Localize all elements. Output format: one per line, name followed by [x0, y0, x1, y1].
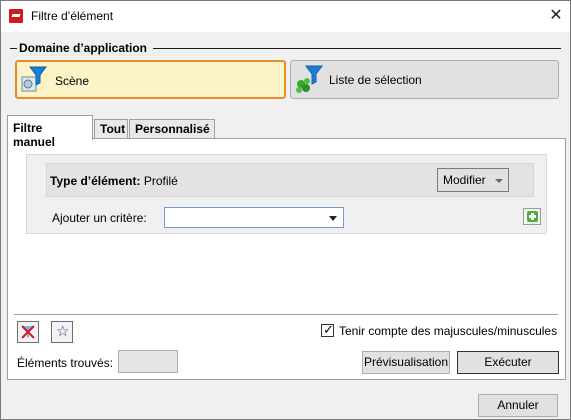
scene-filter-icon — [21, 66, 47, 92]
scene-button-label: Scène — [55, 74, 90, 88]
reset-filter-icon — [21, 325, 35, 339]
preview-button[interactable]: Prévisualisation — [362, 351, 450, 374]
scope-group-title: Domaine d’application — [19, 41, 152, 55]
plus-icon — [527, 211, 538, 222]
scene-button[interactable]: Scène — [15, 60, 286, 99]
reset-filter-button[interactable] — [17, 321, 39, 343]
manual-filter-panel: Type d’élément: Profilé Modifier Ajouter… — [7, 138, 566, 380]
modify-button-label: Modifier — [443, 173, 486, 187]
favorite-button[interactable]: ☆ — [51, 321, 73, 343]
add-criterion-label: Ajouter un critère: — [52, 211, 147, 225]
selection-list-button-label: Liste de sélection — [329, 73, 422, 87]
tab-manual-filter[interactable]: Filtre manuel — [7, 115, 93, 149]
dropdown-arrow-icon — [329, 216, 337, 221]
modify-button[interactable]: Modifier — [437, 168, 509, 192]
app-logo-icon — [9, 9, 23, 23]
add-criterion-button[interactable] — [523, 208, 541, 225]
criteria-box: Type d’élément: Profilé Modifier Ajouter… — [26, 154, 547, 234]
footer-separator — [14, 314, 558, 315]
case-sensitive-checkbox[interactable]: ✓ — [321, 322, 334, 337]
case-sensitive-label: Tenir compte des majuscules/minuscules — [339, 324, 558, 338]
group-divider-left — [10, 48, 17, 49]
selection-list-filter-icon — [296, 65, 323, 93]
selection-list-button[interactable]: Liste de sélection — [290, 60, 559, 99]
element-filter-dialog: Filtre d’élément ✕ Domaine d’application… — [0, 0, 571, 420]
title-bar: Filtre d’élément ✕ — [1, 1, 570, 32]
tab-custom[interactable]: Personnalisé — [129, 119, 215, 139]
found-elements-field — [118, 350, 178, 373]
add-criterion-dropdown[interactable] — [164, 207, 344, 228]
element-type-label: Type d’élément: — [50, 174, 141, 188]
execute-button[interactable]: Exécuter — [457, 351, 559, 374]
chevron-down-icon — [495, 179, 503, 183]
cancel-button[interactable]: Annuler — [478, 394, 558, 417]
checkmark-icon: ✓ — [323, 322, 334, 337]
element-type-text: Type d’élément: Profilé — [50, 174, 178, 188]
star-icon: ☆ — [56, 323, 70, 340]
element-type-value: Profilé — [143, 174, 178, 188]
window-title: Filtre d’élément — [31, 9, 114, 23]
found-elements-label: Éléments trouvés: — [17, 356, 114, 370]
group-divider-right — [153, 48, 561, 49]
element-type-row: Type d’élément: Profilé Modifier — [46, 163, 534, 197]
tab-all[interactable]: Tout — [94, 119, 128, 139]
close-button[interactable]: ✕ — [546, 5, 566, 27]
